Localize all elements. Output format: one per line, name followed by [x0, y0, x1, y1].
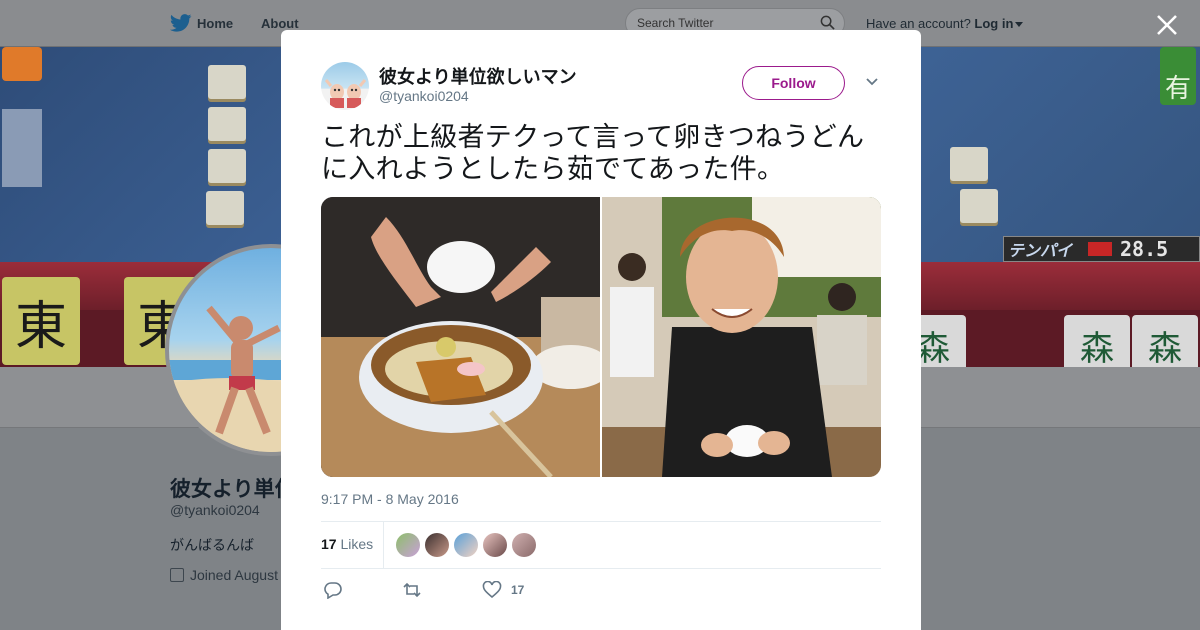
profile-info-clip: 彼女より単位欲しいマン @tyankoi0204 がんばるんば Joined A…: [0, 0, 281, 630]
retweet-icon[interactable]: [402, 581, 422, 599]
reply-icon[interactable]: [323, 581, 343, 599]
author-avatar-illustration: [324, 79, 367, 108]
search-icon[interactable]: [820, 15, 835, 30]
likes-label: Likes: [340, 536, 374, 552]
tweet-timestamp[interactable]: 9:17 PM - 8 May 2016: [321, 491, 459, 507]
side-tile: 有: [1160, 47, 1196, 105]
likes-stat[interactable]: 17 Likes: [321, 536, 373, 552]
chevron-down-icon[interactable]: [866, 78, 878, 86]
liker-avatar[interactable]: [483, 533, 507, 557]
like-action-count: 17: [511, 583, 525, 597]
mahjong-tile: 森: [1132, 315, 1198, 367]
have-account-text: Have an account?: [866, 16, 971, 31]
mahjong-tile: [950, 147, 988, 181]
heart-icon[interactable]: [482, 581, 502, 599]
login-link[interactable]: Log in: [974, 16, 1013, 31]
author-handle[interactable]: @tyankoi0204: [379, 88, 469, 104]
close-icon[interactable]: [1154, 12, 1180, 38]
calendar-icon: [170, 568, 184, 582]
profile-joined: Joined August: [170, 567, 278, 583]
score-panel: テンパイ 28.5: [1003, 236, 1200, 262]
joined-text: Joined August: [190, 567, 278, 583]
udon-photo: [321, 197, 600, 477]
author-avatar[interactable]: [321, 62, 369, 110]
liker-avatar[interactable]: [396, 533, 420, 557]
divider: [321, 521, 881, 522]
mahjong-tile: [960, 189, 998, 223]
score-value: 28.5: [1120, 237, 1169, 261]
login-prompt: Have an account? Log in: [866, 16, 1024, 31]
liker-avatar[interactable]: [425, 533, 449, 557]
profile-name: 彼女より単位欲しいマン: [170, 478, 281, 501]
tweet-photo[interactable]: [602, 197, 881, 477]
chevron-down-icon[interactable]: [1015, 22, 1024, 28]
divider: [321, 568, 881, 569]
score-indicator: [1088, 242, 1112, 256]
follow-button[interactable]: Follow: [742, 66, 845, 100]
likes-count: 17: [321, 536, 337, 552]
tweet-modal: 彼女より単位欲しいマン @tyankoi0204 Follow これが上級者テク…: [281, 30, 921, 630]
author-name[interactable]: 彼女より単位欲しいマン: [379, 63, 577, 89]
cafeteria-photo: [602, 197, 881, 477]
tweet-photo[interactable]: [321, 197, 600, 477]
tweet-text: これが上級者テクって言って卵きつねうどんに入れようとしたら茹でてあった件。: [321, 122, 865, 185]
liker-avatar[interactable]: [512, 533, 536, 557]
profile-handle[interactable]: @tyankoi0204: [170, 502, 260, 518]
score-label: テンパイ: [1008, 243, 1073, 260]
search-input[interactable]: Search Twitter: [637, 16, 713, 30]
profile-bio: がんばるんば: [170, 537, 254, 553]
mahjong-tile: 森: [1064, 315, 1130, 367]
stats-separator: [383, 521, 384, 569]
liker-avatar[interactable]: [454, 533, 478, 557]
